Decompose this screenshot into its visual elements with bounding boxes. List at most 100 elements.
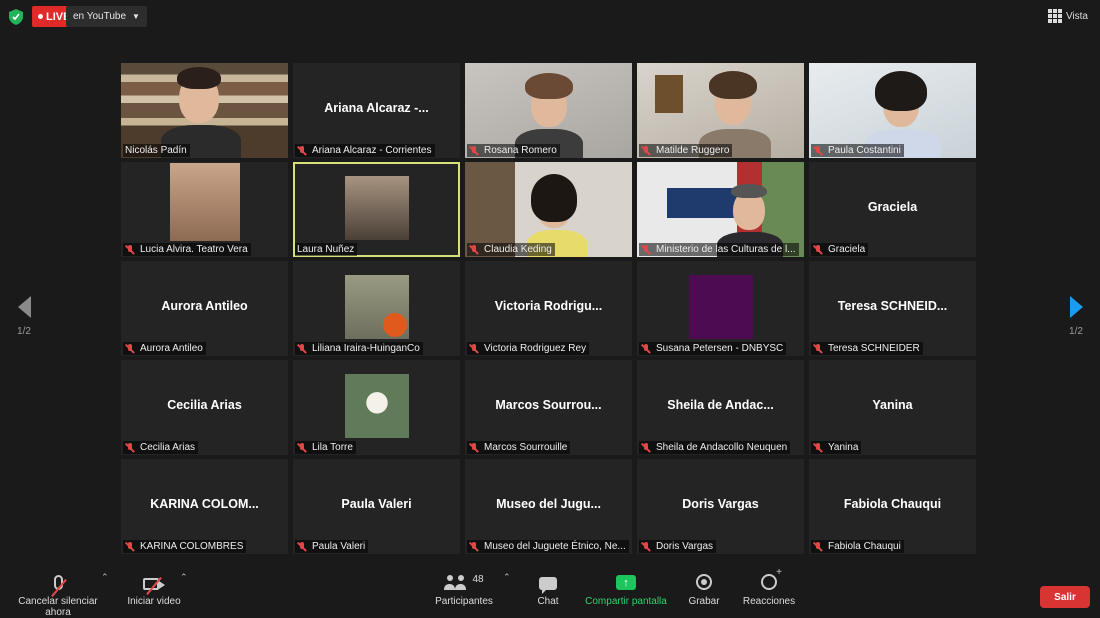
participant-name-label: Claudia Keding	[467, 243, 555, 256]
mic-muted-icon	[641, 244, 651, 255]
participant-tile[interactable]: Graciela Graciela	[809, 162, 976, 257]
participant-display-name: Aurora Antileo	[161, 299, 248, 313]
share-screen-icon: ↑	[616, 575, 636, 590]
participant-tile[interactable]: Fabiola Chauqui Fabiola Chauqui	[809, 459, 976, 554]
participant-tile[interactable]: Lila Torre	[293, 360, 460, 455]
page-indicator-left: 1/2	[17, 326, 31, 337]
participant-tile[interactable]: Paula Costantini	[809, 63, 976, 158]
chat-button[interactable]: Chat	[530, 568, 566, 607]
participant-tile[interactable]: Nicolás Padín	[121, 63, 288, 158]
unmute-button[interactable]: Cancelar silenciar ahora	[8, 568, 108, 618]
mic-muted-icon	[641, 145, 651, 156]
share-screen-button[interactable]: ↑ Compartir pantalla	[584, 568, 668, 607]
participant-tile[interactable]: Rosana Romero	[465, 63, 632, 158]
participant-name-label: Paula Costantini	[811, 144, 904, 157]
participant-tile[interactable]: Yanina Yanina	[809, 360, 976, 455]
participant-tile[interactable]: Paula Valeri Paula Valeri	[293, 459, 460, 554]
reactions-label: Reacciones	[742, 596, 796, 607]
participant-tile[interactable]: Liliana Iraira-HuinganCo	[293, 261, 460, 356]
mic-muted-icon	[641, 541, 651, 552]
mic-muted-icon	[51, 575, 67, 598]
view-label: Vista	[1065, 10, 1088, 22]
mic-muted-icon	[469, 244, 479, 255]
participant-photo	[688, 275, 753, 339]
participant-tile[interactable]: Cecilia Arias Cecilia Arias	[121, 360, 288, 455]
view-button[interactable]: Vista	[1047, 9, 1088, 23]
meeting-toolbar: Cancelar silenciar ahora ⌃ Iniciar video…	[0, 560, 1100, 618]
participant-name-label: Paula Valeri	[295, 540, 369, 553]
participants-button[interactable]: 48 Participantes	[432, 568, 496, 608]
prev-page-button[interactable]: 1/2	[9, 296, 39, 337]
participant-display-name: Cecilia Arias	[167, 398, 242, 412]
stream-target-dropdown[interactable]: en YouTube ▼	[66, 6, 147, 27]
participant-name-label: Cecilia Arias	[123, 441, 199, 454]
leave-meeting-button[interactable]: Salir	[1040, 586, 1090, 608]
participant-name-label: Nicolás Padín	[123, 144, 190, 157]
mic-muted-icon	[641, 442, 651, 453]
participant-display-name: Graciela	[867, 200, 918, 214]
participant-tile[interactable]: Museo del Jugu... Museo del Juguete Étni…	[465, 459, 632, 554]
participant-tile[interactable]: Matilde Ruggero	[637, 63, 804, 158]
mic-muted-icon	[469, 442, 479, 453]
page-indicator-right: 1/2	[1069, 326, 1083, 337]
start-video-button[interactable]: Iniciar video	[126, 568, 182, 607]
mic-muted-icon	[125, 343, 135, 354]
participant-tile-active-speaker[interactable]: Laura Nuñez	[293, 162, 460, 257]
participant-tile[interactable]: Claudia Keding	[465, 162, 632, 257]
chevron-down-icon: ▼	[132, 12, 140, 21]
video-options-chevron-icon[interactable]: ⌃	[180, 572, 188, 583]
participant-display-name: Fabiola Chauqui	[843, 497, 942, 511]
participant-name-label: Teresa SCHNEIDER	[811, 342, 923, 355]
participant-tile[interactable]: Teresa SCHNEID... Teresa SCHNEIDER	[809, 261, 976, 356]
participant-name-label: Graciela	[811, 243, 869, 256]
record-label: Grabar	[688, 596, 720, 607]
participant-photo	[344, 176, 409, 240]
security-shield-icon[interactable]	[9, 9, 23, 25]
participant-display-name: Ariana Alcaraz -...	[324, 101, 429, 115]
mic-muted-icon	[125, 244, 135, 255]
audio-options-chevron-icon[interactable]: ⌃	[101, 572, 109, 583]
mic-muted-icon	[813, 145, 823, 156]
mic-muted-icon	[297, 442, 307, 453]
mic-muted-icon	[297, 343, 307, 354]
participant-display-name: KARINA COLOM...	[150, 497, 259, 511]
mic-muted-icon	[813, 442, 823, 453]
participant-display-name: Sheila de Andac...	[667, 398, 774, 412]
participants-label: Participantes	[435, 596, 493, 607]
participant-name-label: Laura Nuñez	[295, 243, 358, 256]
arrow-right-icon	[1069, 296, 1083, 318]
participant-tile[interactable]: Ministerio de las Culturas de l...	[637, 162, 804, 257]
participant-display-name: Doris Vargas	[682, 497, 759, 511]
participant-photo	[344, 275, 409, 339]
participant-name-label: Fabiola Chauqui	[811, 540, 904, 553]
participant-tile[interactable]: Lucia Alvira. Teatro Vera	[121, 162, 288, 257]
participant-display-name: Teresa SCHNEID...	[837, 299, 948, 313]
unmute-label: Cancelar silenciar ahora	[18, 596, 98, 618]
participant-name-label: Rosana Romero	[467, 144, 560, 157]
participant-tile[interactable]: Doris Vargas Doris Vargas	[637, 459, 804, 554]
participant-name-label: Lucia Alvira. Teatro Vera	[123, 243, 251, 256]
grid-view-icon	[1047, 9, 1062, 23]
participant-tile[interactable]: Ariana Alcaraz -... Ariana Alcaraz - Cor…	[293, 63, 460, 158]
participant-tile[interactable]: KARINA COLOM... KARINA COLOMBRES	[121, 459, 288, 554]
participant-tile[interactable]: Sheila de Andac... Sheila de Andacollo N…	[637, 360, 804, 455]
video-off-icon	[143, 576, 165, 596]
participant-display-name: Victoria Rodrigu...	[494, 299, 603, 313]
participant-name-label: Ariana Alcaraz - Corrientes	[295, 144, 435, 157]
reactions-button[interactable]: Reacciones	[742, 567, 796, 607]
participant-photo	[169, 163, 240, 241]
participant-name-label: Aurora Antileo	[123, 342, 206, 355]
participants-options-chevron-icon[interactable]: ⌃	[503, 572, 511, 583]
start-video-label: Iniciar video	[127, 596, 181, 607]
record-button[interactable]: Grabar	[686, 568, 722, 607]
participant-name-label: Sheila de Andacollo Neuquen	[639, 441, 791, 454]
next-page-button[interactable]: 1/2	[1061, 296, 1091, 337]
mic-muted-icon	[469, 343, 479, 354]
participant-tile[interactable]: Aurora Antileo Aurora Antileo	[121, 261, 288, 356]
participant-tile[interactable]: Victoria Rodrigu... Victoria Rodriguez R…	[465, 261, 632, 356]
mic-muted-icon	[297, 541, 307, 552]
mic-muted-icon	[125, 541, 135, 552]
participant-tile[interactable]: Susana Petersen - DNBYSC	[637, 261, 804, 356]
participant-tile[interactable]: Marcos Sourrou... Marcos Sourrouille	[465, 360, 632, 455]
arrow-left-icon	[17, 296, 31, 318]
